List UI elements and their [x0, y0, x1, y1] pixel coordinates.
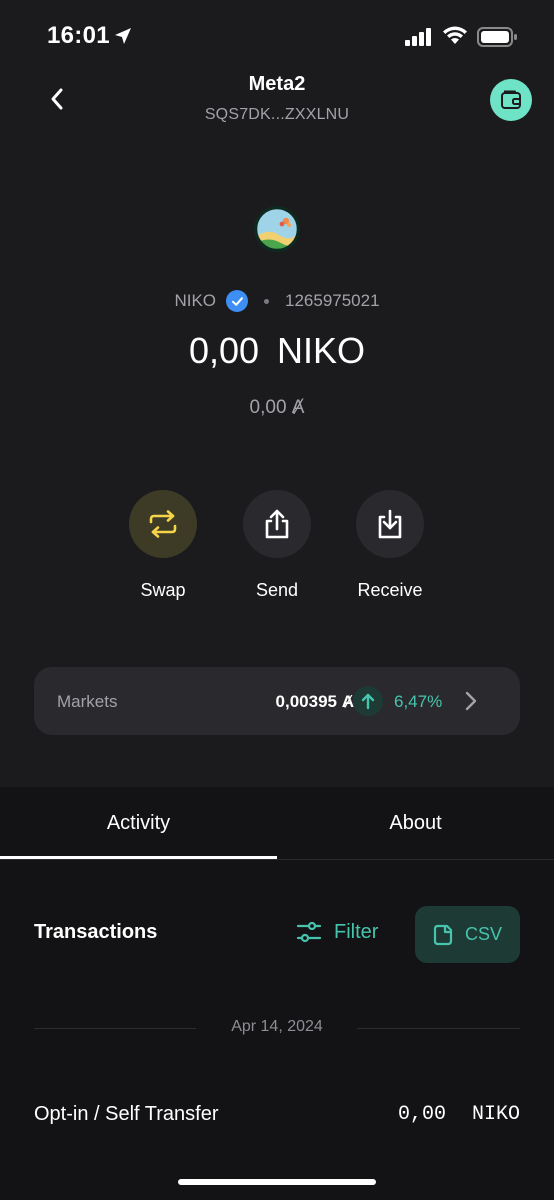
send-button[interactable]: Send: [217, 490, 337, 601]
csv-label: CSV: [464, 924, 502, 944]
asset-balance: 0,00 NIKO: [188, 330, 366, 371]
activity-section: Activity About Transactions Filter CSV A…: [0, 787, 554, 1200]
send-button-circle[interactable]: [243, 490, 311, 558]
asset-algo-value: 0,00 Ⱥ: [249, 397, 305, 418]
arrow-up-icon: [353, 686, 383, 716]
filter-button[interactable]: Filter: [296, 920, 378, 944]
asset-name: NIKO: [174, 291, 216, 310]
swap-icon: [149, 510, 177, 538]
tab-activity[interactable]: Activity: [0, 787, 277, 859]
file-icon: [433, 924, 453, 945]
receive-icon: [378, 509, 402, 539]
date-divider-right: [357, 1028, 520, 1029]
wifi-icon: [443, 26, 467, 44]
status-bar: 16:01: [0, 0, 554, 72]
receive-label: Receive: [357, 580, 423, 600]
home-indicator[interactable]: [178, 1179, 376, 1185]
markets-price: 0,00395 Ⱥ: [275, 692, 354, 711]
markets-card[interactable]: Markets 0,00395 Ⱥ 6,47%: [34, 667, 520, 735]
send-icon: [265, 509, 289, 539]
filter-label: Filter: [334, 920, 379, 943]
send-label: Send: [255, 580, 299, 600]
transaction-row[interactable]: Opt-in / Self Transfer 0,00 NIKO: [34, 1097, 520, 1133]
status-time: 16:01: [47, 22, 110, 49]
transactions-title: Transactions: [34, 921, 158, 943]
asset-detail-screen: 16:01 Meta2 SQS7DK...ZXXLNU NIKO 1265975…: [0, 0, 554, 1200]
filter-sliders-icon: [296, 921, 322, 943]
tab-about[interactable]: About: [277, 787, 554, 859]
markets-change: 6,47%: [394, 692, 443, 711]
wallet-button[interactable]: [490, 79, 532, 121]
asset-logo: [254, 206, 300, 252]
csv-export-button[interactable]: CSV: [415, 906, 520, 963]
swap-button-circle[interactable]: [129, 490, 197, 558]
transaction-amount: 0,00 NIKO: [397, 1103, 520, 1126]
verified-badge-icon: [226, 290, 248, 312]
account-title: Meta2: [248, 73, 306, 95]
date-header: Apr 14, 2024: [231, 1018, 323, 1035]
battery-icon: [477, 27, 517, 47]
markets-label: Markets: [57, 692, 118, 711]
receive-button-circle[interactable]: [356, 490, 424, 558]
separator-dot: [264, 298, 269, 304]
swap-label: Swap: [140, 580, 186, 600]
tab-divider: [0, 859, 554, 860]
asset-info-row: NIKO 1265975021: [0, 290, 554, 312]
asset-id[interactable]: 1265975021: [285, 291, 380, 311]
transaction-description: Opt-in / Self Transfer: [34, 1103, 219, 1125]
swap-button[interactable]: Swap: [103, 490, 223, 601]
chevron-right-icon: [465, 691, 477, 711]
receive-button[interactable]: Receive: [330, 490, 450, 601]
account-address[interactable]: SQS7DK...ZXXLNU: [0, 106, 554, 124]
cellular-signal-icon: [405, 28, 431, 46]
location-arrow-icon: [115, 28, 131, 44]
wallet-icon: [501, 90, 521, 109]
